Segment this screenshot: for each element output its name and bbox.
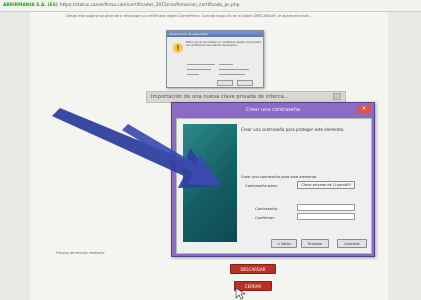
mouse-cursor-icon <box>235 287 246 300</box>
annotation-arrows <box>52 108 246 300</box>
arrow-icon <box>122 124 222 186</box>
